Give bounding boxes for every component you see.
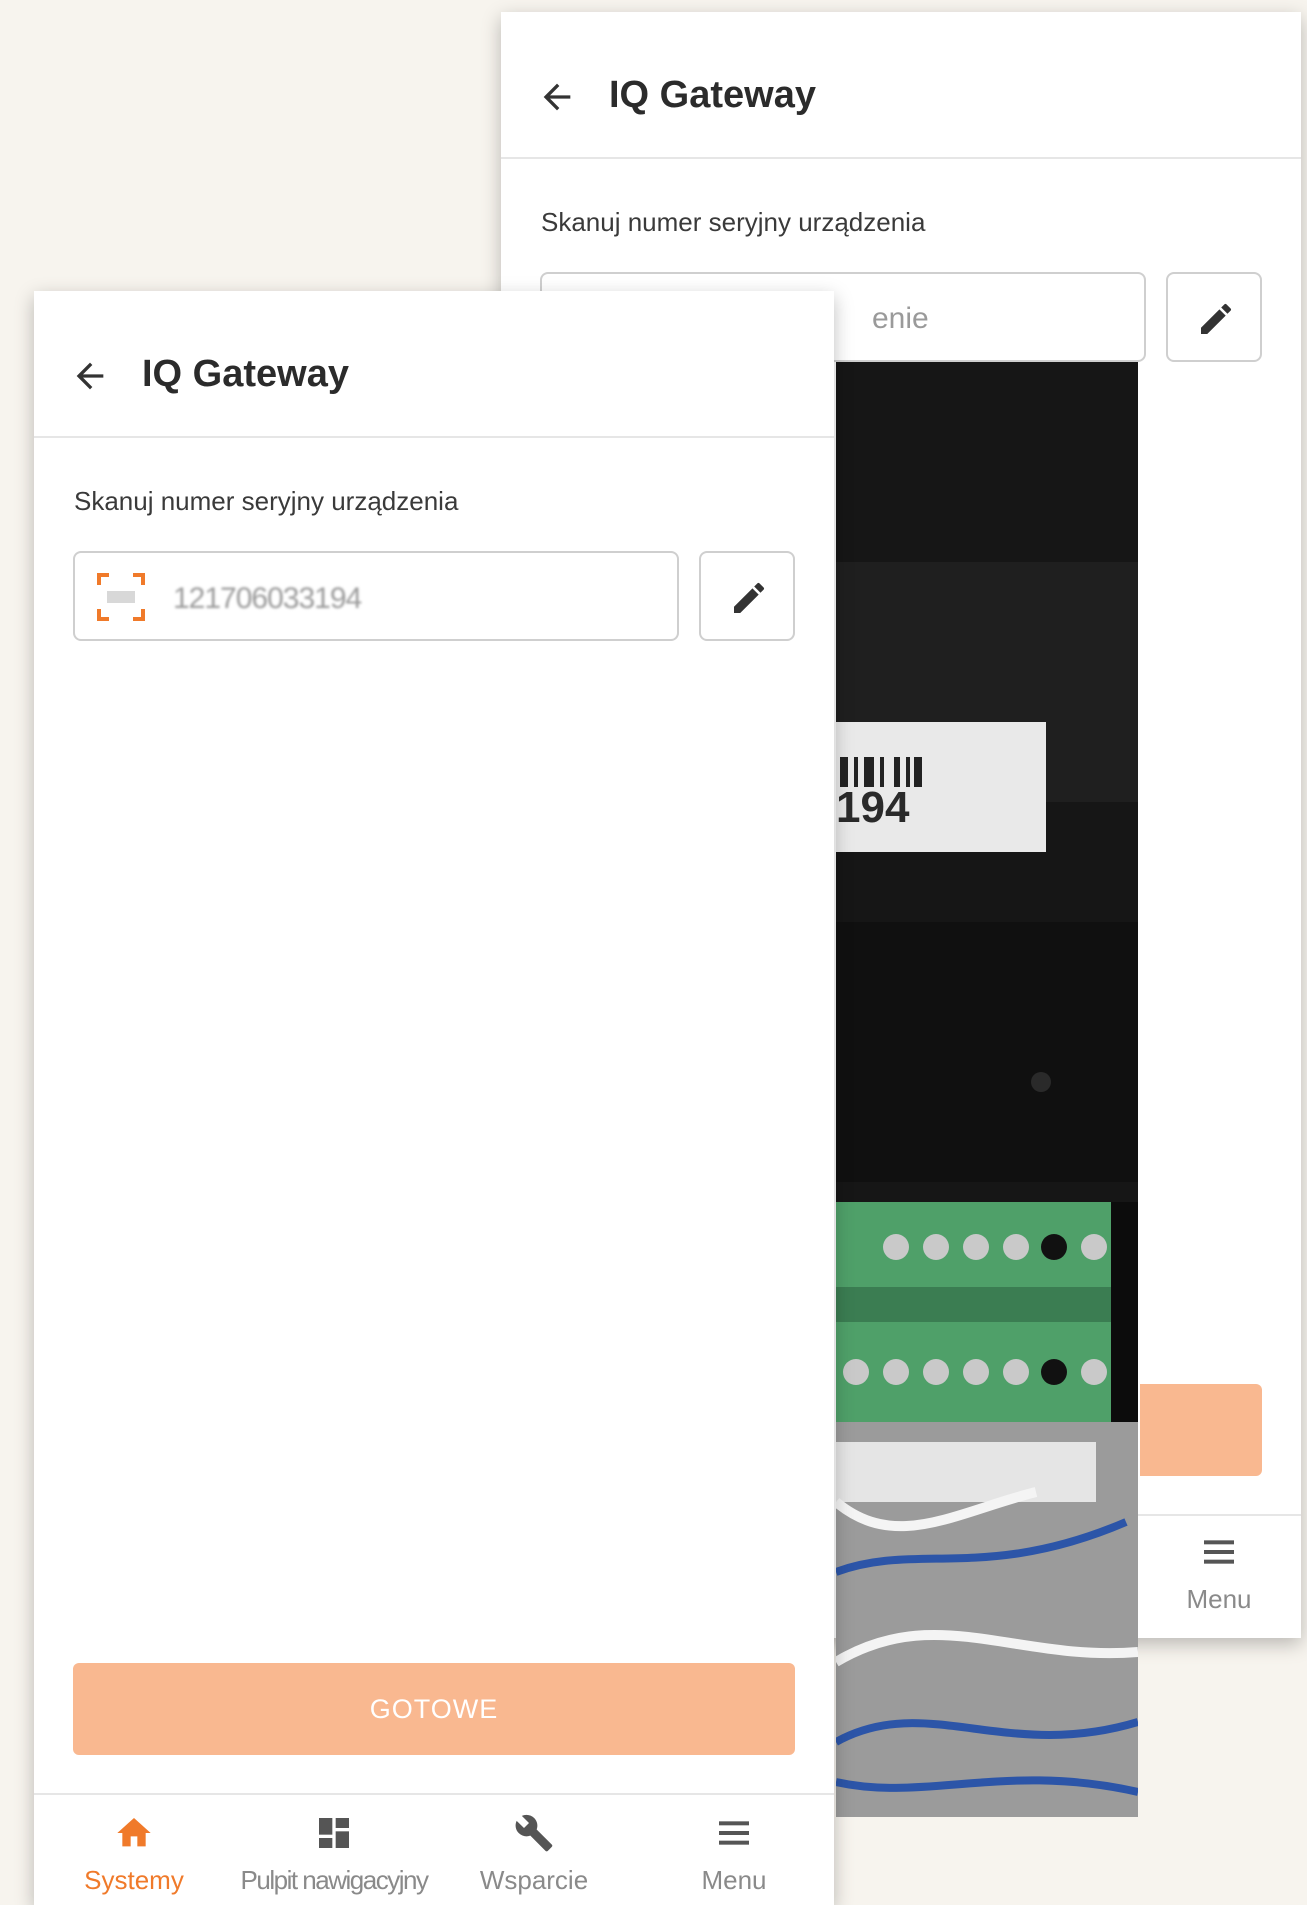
scan-label: Skanuj numer seryjny urządzenia	[74, 486, 459, 516]
dashboard-icon	[319, 1818, 349, 1848]
nav-label-menu: Menu	[1186, 1584, 1252, 1614]
back-arrow-icon[interactable]	[70, 356, 110, 396]
nav-label-pulpit: Pulpit nawigacyjny	[240, 1865, 429, 1895]
label-digits: 194	[836, 783, 910, 832]
page-title: IQ Gateway	[142, 353, 349, 395]
home-icon	[117, 1818, 151, 1847]
back-arrow-icon[interactable]	[537, 77, 577, 117]
nav-label-systemy: Systemy	[84, 1865, 184, 1895]
nav-item-pulpit[interactable]: Pulpit nawigacyjny	[234, 1795, 434, 1905]
scan-label: Skanuj numer seryjny urządzenia	[541, 207, 926, 237]
menu-icon	[719, 1821, 749, 1845]
nav-label-wsparcie: Wsparcie	[479, 1865, 589, 1895]
nav-item-wsparcie[interactable]: Wsparcie	[434, 1795, 634, 1905]
app-bar: IQ Gateway	[501, 12, 1301, 159]
barcode-scan-icon[interactable]	[97, 573, 145, 621]
nav-item-menu[interactable]: Menu	[1137, 1516, 1301, 1616]
done-button-partial[interactable]	[1140, 1384, 1262, 1476]
done-button[interactable]: GOTOWE	[73, 1663, 795, 1755]
nav-item-systemy[interactable]: Systemy	[34, 1795, 234, 1905]
nav-label-menu: Menu	[701, 1865, 767, 1895]
page-title: IQ Gateway	[609, 74, 816, 116]
serial-input-fragment: enie	[872, 302, 929, 335]
bottom-nav: Systemy Pulpit nawigacyjny Wsparcie Menu	[34, 1793, 834, 1905]
serial-value: 121706033194	[173, 582, 362, 615]
app-bar: IQ Gateway	[34, 291, 834, 438]
serial-number-field[interactable]: 121706033194	[73, 551, 679, 641]
edit-button[interactable]	[1166, 272, 1262, 362]
nav-item-menu[interactable]: Menu	[634, 1795, 834, 1905]
pencil-icon	[734, 582, 765, 613]
menu-icon	[1204, 1540, 1234, 1564]
camera-preview: 194	[832, 362, 1140, 1817]
camera-photo: 194	[832, 362, 1140, 1817]
front-screen: IQ Gateway Skanuj numer seryjny urządzen…	[34, 291, 834, 1905]
wrench-icon	[515, 1814, 553, 1852]
pencil-icon	[1201, 303, 1232, 334]
edit-button[interactable]	[699, 551, 795, 641]
